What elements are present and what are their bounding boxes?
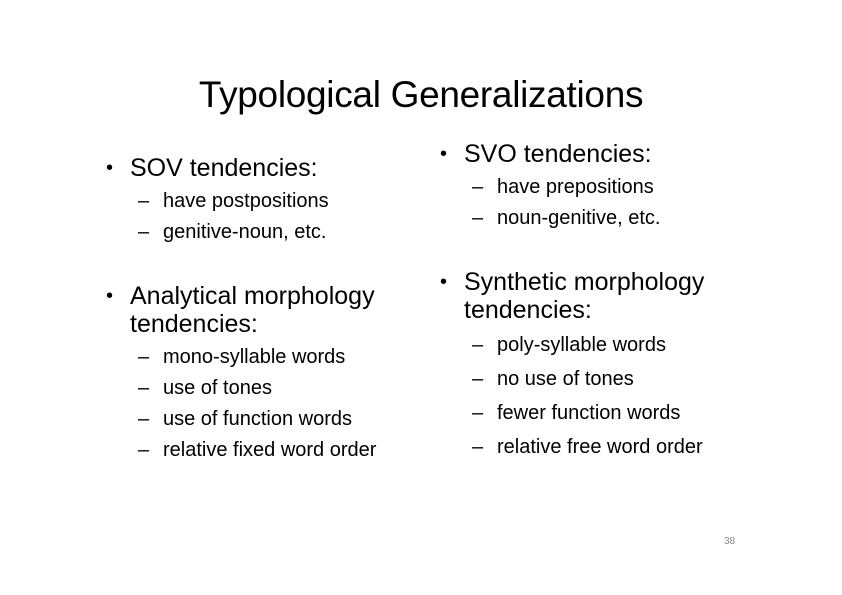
sub-text: fewer function words: [497, 402, 681, 424]
sub-item: – relative fixed word order: [138, 435, 434, 466]
page-number: 38: [724, 536, 736, 547]
bullet-text: SOV tendencies:: [130, 154, 318, 182]
right-column: • SVO tendencies: – have prepositions – no…: [438, 140, 778, 464]
sub-text: use of tones: [163, 377, 272, 399]
dash-glyph: –: [472, 436, 484, 458]
dash-glyph: –: [138, 346, 150, 368]
bullet-item: • Analytical morphology tendencies:: [104, 282, 434, 338]
bullet-text: SVO tendencies:: [464, 140, 652, 168]
sub-item: – use of tones: [138, 373, 434, 404]
sub-item: – fewer function words: [472, 396, 778, 430]
sub-text: no use of tones: [497, 368, 634, 390]
bullet-glyph: •: [440, 143, 448, 165]
slide-title: Typological Generalizations: [198, 74, 644, 115]
bullet-text: Analytical morphology tendencies:: [130, 282, 375, 338]
synthetic-group: • Synthetic morphology tendencies: – poly…: [438, 268, 778, 464]
bullet-glyph: •: [106, 157, 114, 179]
dash-glyph: –: [138, 190, 150, 212]
sub-item: – use of function words: [138, 404, 434, 435]
sub-text: genitive-noun, etc.: [163, 221, 327, 243]
dash-glyph: –: [472, 176, 484, 198]
dash-glyph: –: [138, 377, 150, 399]
sub-text: noun-genitive, etc.: [497, 207, 661, 229]
sub-text: have postpositions: [163, 190, 329, 212]
sub-item: – genitive-noun, etc.: [138, 217, 434, 248]
sub-text: mono-syllable words: [163, 346, 346, 368]
sub-text: use of function words: [163, 408, 352, 430]
sub-item: – noun-genitive, etc.: [472, 203, 778, 234]
sub-text: relative fixed word order: [163, 439, 377, 461]
sub-item: – no use of tones: [472, 362, 778, 396]
left-column: • SOV tendencies: – have postpositions – g…: [104, 154, 434, 466]
sub-item: – relative free word order: [472, 430, 778, 464]
bullet-text: Synthetic morphology tendencies:: [464, 268, 705, 324]
dash-glyph: –: [472, 368, 484, 390]
dash-glyph: –: [472, 334, 484, 356]
sub-list: – have postpositions – genitive-noun, etc.: [138, 186, 434, 248]
dash-glyph: –: [138, 439, 150, 461]
sub-item: – have postpositions: [138, 186, 434, 217]
sub-item: – poly-syllable words: [472, 328, 778, 362]
analytical-group: • Analytical morphology tendencies: – mon…: [104, 282, 434, 466]
sub-list: – mono-syllable words – use of tones – use …: [138, 342, 434, 466]
sub-text: poly-syllable words: [497, 334, 666, 356]
sub-item: – mono-syllable words: [138, 342, 434, 373]
dash-glyph: –: [138, 221, 150, 243]
sub-text: have prepositions: [497, 176, 654, 198]
bullet-glyph: •: [440, 271, 448, 293]
dash-glyph: –: [472, 402, 484, 424]
dash-glyph: –: [138, 408, 150, 430]
svo-group: • SVO tendencies: – have prepositions – no…: [438, 140, 778, 234]
sub-list: – poly-syllable words – no use of tones – f…: [472, 328, 778, 464]
bullet-item: • Synthetic morphology tendencies:: [438, 268, 778, 324]
sub-list: – have prepositions – noun-genitive, etc.: [472, 172, 778, 234]
dash-glyph: –: [472, 207, 484, 229]
bullet-item: • SOV tendencies:: [104, 154, 434, 182]
bullet-item: • SVO tendencies:: [438, 140, 778, 168]
bullet-glyph: •: [106, 285, 114, 307]
sub-text: relative free word order: [497, 436, 703, 458]
sub-item: – have prepositions: [472, 172, 778, 203]
sov-group: • SOV tendencies: – have postpositions – g…: [104, 154, 434, 248]
